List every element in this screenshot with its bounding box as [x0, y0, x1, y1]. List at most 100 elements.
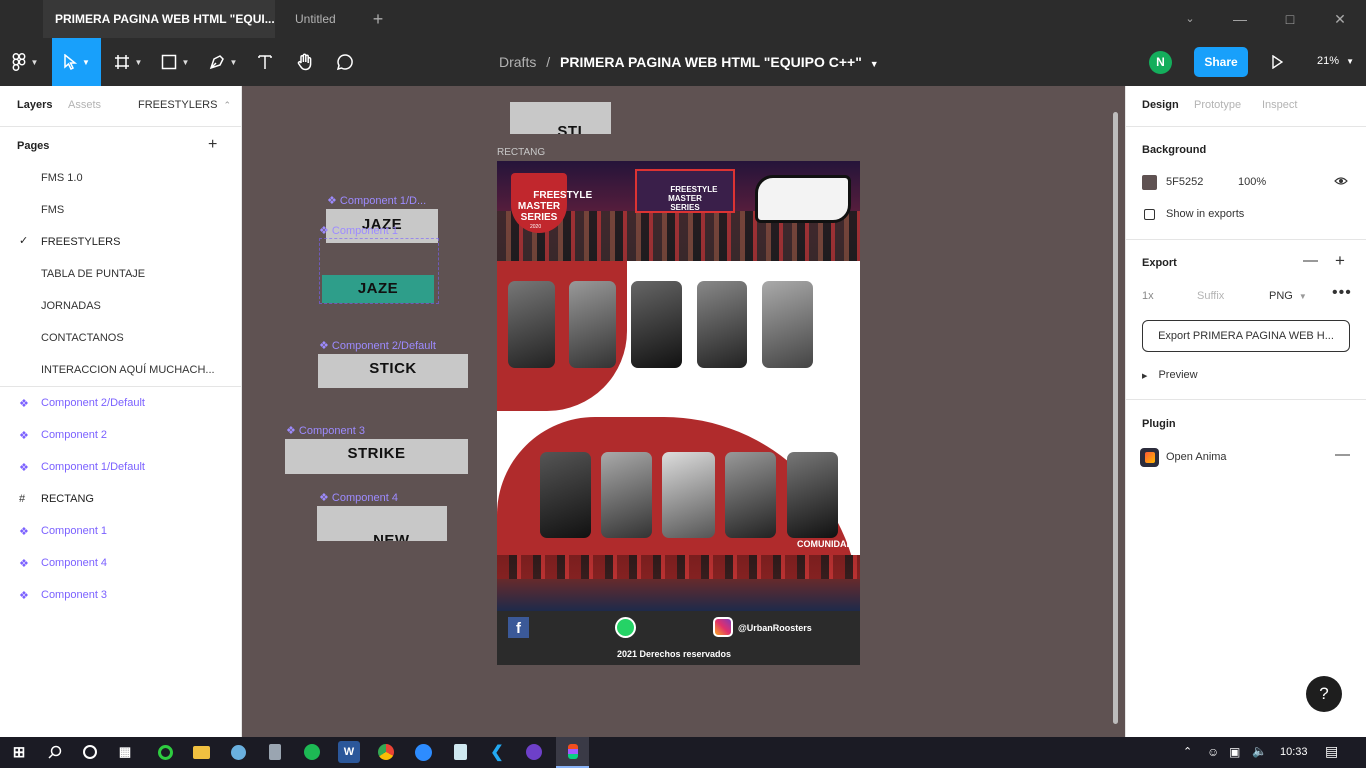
title-bar: PRIMERA PAGINA WEB HTML "EQUI... Untitle…: [0, 0, 1366, 38]
fms-logo-year: 2020: [530, 224, 542, 230]
layer-component-1[interactable]: Component 1: [41, 525, 107, 537]
show-hidden-icons[interactable]: ⌃: [1183, 745, 1192, 758]
export-format-select[interactable]: PNG ▼: [1269, 290, 1307, 302]
layer-component-2[interactable]: Component 2: [41, 429, 107, 441]
page-item-contactanos[interactable]: CONTACTANOS: [41, 332, 124, 344]
share-button[interactable]: Share: [1194, 47, 1248, 77]
more-options-icon[interactable]: •••: [1332, 284, 1352, 302]
chevron-down-icon[interactable]: ▼: [870, 59, 879, 69]
spotify-icon[interactable]: [301, 741, 323, 763]
export-scale-input[interactable]: 1x: [1142, 290, 1154, 302]
layer-component-2-default[interactable]: Component 2/Default: [41, 397, 145, 409]
page-item-fms[interactable]: FMS: [41, 204, 64, 216]
component-1-label[interactable]: ❖ Component 1: [319, 224, 398, 237]
page-item-jornadas[interactable]: JORNADAS: [41, 300, 101, 312]
add-page-icon[interactable]: +: [208, 136, 217, 154]
chevron-down-icon[interactable]: ⌄: [1179, 8, 1201, 30]
plugin-name[interactable]: Open Anima: [1166, 451, 1227, 463]
task-view-icon[interactable]: ▦: [114, 741, 136, 763]
layer-component-4[interactable]: Component 4: [41, 557, 107, 569]
zoom-app-icon[interactable]: [412, 741, 434, 763]
layer-component-3[interactable]: Component 3: [41, 589, 107, 601]
jaze-button-teal[interactable]: JAZE: [322, 275, 434, 303]
help-button[interactable]: ?: [1306, 676, 1342, 712]
layer-component-1-default[interactable]: Component 1/Default: [41, 461, 145, 473]
page-item-tabla-de-puntaje[interactable]: TABLA DE PUNTAJE: [41, 268, 145, 280]
page-item-fms-1[interactable]: FMS 1.0: [41, 172, 83, 184]
file-explorer-icon[interactable]: [190, 741, 212, 763]
export-suffix-input[interactable]: Suffix: [1197, 290, 1224, 302]
component-1-default-label[interactable]: ❖ Component 1/D...: [327, 194, 426, 207]
component-2-default-label[interactable]: ❖ Component 2/Default: [319, 339, 436, 352]
preview-toggle[interactable]: ▶ Preview: [1142, 369, 1198, 381]
background-swatch[interactable]: [1142, 175, 1157, 190]
rectang-frame[interactable]: FREESTYLE MASTER SERIES 2020 FREESTYLE M…: [497, 161, 860, 665]
network-icon[interactable]: ▣: [1229, 745, 1240, 759]
freestyler-photo: [762, 281, 813, 368]
frame-tool-button[interactable]: ▼: [108, 38, 148, 86]
strike-button[interactable]: STRIKE: [285, 439, 468, 474]
windows-start-icon[interactable]: ⊞: [8, 741, 30, 763]
avatar[interactable]: N: [1149, 51, 1172, 74]
tab-inspect[interactable]: Inspect: [1262, 99, 1297, 111]
main-menu-button[interactable]: ▼: [0, 38, 50, 86]
component-4-label[interactable]: ❖ Component 4: [319, 491, 398, 504]
text-tool-button[interactable]: [252, 38, 278, 86]
breadcrumb-drafts[interactable]: Drafts: [499, 54, 536, 70]
add-export-icon[interactable]: +: [1335, 251, 1345, 271]
notepad-icon[interactable]: [449, 741, 471, 763]
remove-plugin-icon[interactable]: —: [1335, 446, 1350, 463]
export-button[interactable]: Export PRIMERA PAGINA WEB H...: [1142, 320, 1350, 352]
frame-label[interactable]: RECTANG: [497, 147, 545, 158]
cortana-icon[interactable]: [79, 741, 101, 763]
comment-tool-button[interactable]: [332, 38, 358, 86]
new-era-button[interactable]: NEW ERA: [317, 506, 447, 541]
tab-assets[interactable]: Assets: [68, 99, 101, 111]
show-in-exports-checkbox[interactable]: [1144, 209, 1155, 220]
vscode-icon[interactable]: ❮: [486, 741, 508, 763]
stick-frame-top[interactable]: STI CK: [510, 102, 611, 134]
canvas[interactable]: STI CK ❖ Component 1/D... JAZE ❖ Compone…: [242, 86, 1125, 737]
background-hex-input[interactable]: 5F5252: [1166, 176, 1203, 188]
volume-icon[interactable]: 🔈: [1252, 744, 1267, 758]
page-item-freestylers[interactable]: FREESTYLERS: [41, 236, 120, 248]
word-icon[interactable]: W: [338, 741, 360, 763]
freestyler-photo: [601, 452, 652, 538]
move-tool-button[interactable]: ▼: [52, 38, 101, 86]
layer-rectang[interactable]: RECTANG: [41, 493, 94, 505]
present-play-icon[interactable]: [1271, 54, 1284, 72]
pen-tool-button[interactable]: ▼: [203, 38, 243, 86]
canvas-scrollbar[interactable]: [1113, 112, 1118, 724]
tab-untitled[interactable]: Untitled: [283, 0, 358, 38]
component-3-label[interactable]: ❖ Component 3: [286, 424, 365, 437]
background-opacity-input[interactable]: 100%: [1238, 176, 1266, 188]
figma-taskbar-icon[interactable]: [556, 737, 589, 768]
tab-design[interactable]: Design: [1142, 99, 1179, 111]
eye-icon[interactable]: [1334, 176, 1348, 189]
stick-button[interactable]: STICK: [318, 354, 468, 388]
component-label-text: Component 1/D...: [339, 195, 427, 207]
hand-tool-button[interactable]: [292, 38, 318, 86]
taskbar-clock[interactable]: 10:33: [1280, 746, 1308, 758]
maximize-icon[interactable]: □: [1279, 8, 1301, 30]
people-icon[interactable]: ☺: [1207, 745, 1219, 759]
calculator-icon[interactable]: [264, 741, 286, 763]
page-selector[interactable]: FREESTYLERS ⌃: [138, 99, 231, 111]
close-icon[interactable]: ✕: [1329, 8, 1351, 30]
remove-export-icon[interactable]: —: [1303, 252, 1318, 269]
search-icon[interactable]: [44, 741, 66, 763]
refresh-app-icon[interactable]: [154, 741, 176, 763]
notifications-icon[interactable]: ▤: [1325, 743, 1338, 760]
new-tab-icon[interactable]: +: [367, 8, 389, 30]
zoom-dropdown[interactable]: 21% ▼: [1317, 55, 1354, 67]
minimize-icon[interactable]: —: [1229, 8, 1251, 30]
github-icon[interactable]: [523, 741, 545, 763]
tab-primera-pagina[interactable]: PRIMERA PAGINA WEB HTML "EQUI...: [43, 0, 275, 38]
tab-layers[interactable]: Layers: [17, 99, 52, 111]
shape-tool-button[interactable]: ▼: [155, 38, 195, 86]
chrome-icon[interactable]: [375, 741, 397, 763]
page-item-interaccion[interactable]: INTERACCION AQUÍ MUCHACH...: [41, 364, 215, 376]
tab-prototype[interactable]: Prototype: [1194, 99, 1241, 111]
file-title[interactable]: PRIMERA PAGINA WEB HTML "EQUIPO C++": [560, 54, 862, 70]
paint-icon[interactable]: [227, 741, 249, 763]
